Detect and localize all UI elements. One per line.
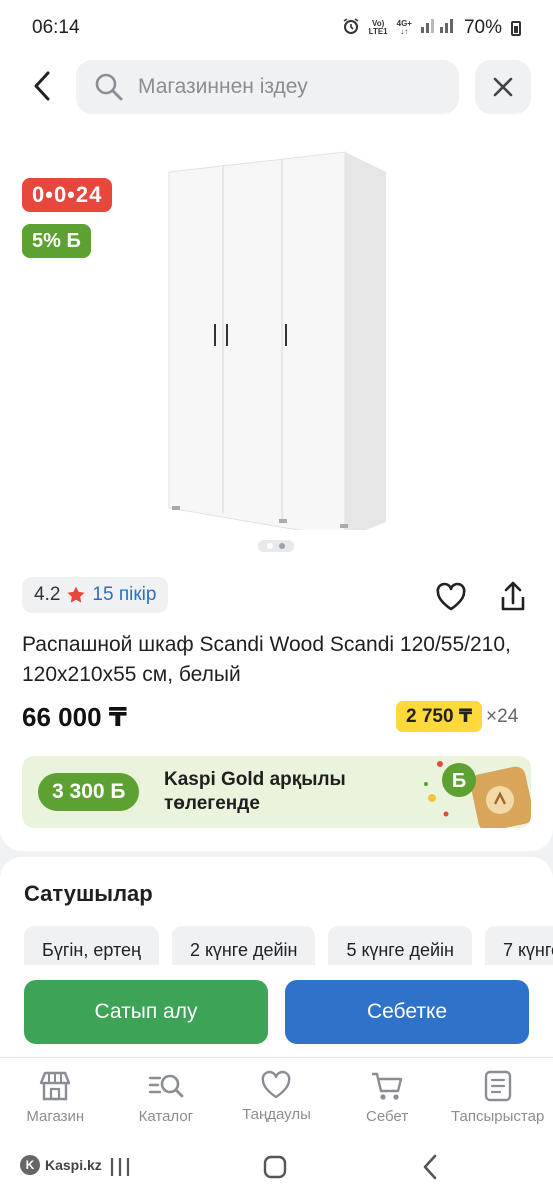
battery-icon <box>511 20 521 36</box>
back-button[interactable] <box>24 66 60 106</box>
kaspi-brand: K Kaspi.kz <box>20 1155 102 1175</box>
search-input[interactable]: Магазиннен іздеу <box>76 60 459 114</box>
nav-label-catalog: Каталог <box>138 1108 194 1125</box>
nav-label-shop: Магазин <box>26 1108 85 1125</box>
system-nav-bar: K Kaspi.kz <box>0 1145 553 1200</box>
shop-icon <box>40 1071 71 1101</box>
volte-indicator: Vo) LTE1 <box>368 19 388 36</box>
product-price: 66 000 ₸ <box>22 702 127 732</box>
home-icon <box>263 1155 287 1179</box>
home-button[interactable] <box>263 1155 287 1184</box>
bonus-illustration-icon: Б <box>424 761 531 828</box>
product-card: 0•0•24 5% Б 4.2 15 пікір Распашной шкаф … <box>0 120 553 851</box>
reviews-link[interactable]: 15 пікір <box>92 584 156 606</box>
orders-icon <box>484 1070 511 1102</box>
close-search-button[interactable] <box>475 60 531 114</box>
nav-item-catalog[interactable]: Каталог <box>111 1058 222 1145</box>
product-title: Распашной шкаф Scandi Wood Scandi 120/55… <box>22 633 511 686</box>
nav-label-favorites: Таңдаулы <box>242 1106 311 1123</box>
svg-text:Б: Б <box>452 770 466 792</box>
share-button[interactable] <box>494 578 532 616</box>
alarm-icon <box>342 17 360 39</box>
star-icon <box>67 586 85 603</box>
timer-badge: 0•0•24 <box>22 178 113 212</box>
buy-button[interactable]: Сатып алу <box>24 980 268 1044</box>
recent-apps-icon <box>110 1158 130 1176</box>
search-icon <box>95 73 123 101</box>
action-bar: Сатып алу Себетке <box>0 965 553 1057</box>
status-bar: 06:14 Vo) LTE1 4G+ ↓↑ 70% <box>0 0 553 56</box>
status-indicators: Vo) LTE1 4G+ ↓↑ 70% <box>342 17 521 39</box>
heart-icon <box>262 1070 291 1099</box>
chevron-left-icon <box>423 1154 437 1180</box>
add-to-cart-button[interactable]: Себетке <box>285 980 529 1044</box>
recent-apps-button[interactable] <box>108 1155 132 1184</box>
kaspi-gold-banner[interactable]: 3 300 Б Kaspi Gold арқылы төлегенде Б <box>22 756 531 828</box>
network-gen-indicator: 4G+ ↓↑ <box>396 19 412 36</box>
gold-banner-text: Kaspi Gold арқылы төлегенде <box>164 769 346 814</box>
kaspi-brand-text: Kaspi.kz <box>45 1157 102 1173</box>
gold-bonus-chip: 3 300 Б <box>38 773 140 811</box>
nav-item-orders[interactable]: Тапсырыстар <box>442 1058 553 1145</box>
heart-icon <box>436 582 466 611</box>
rating-chip[interactable]: 4.2 15 пікір <box>22 577 169 613</box>
status-time: 06:14 <box>32 17 80 38</box>
bottom-nav: Магазин Каталог Таңдаулы Себет Тапсырыст… <box>0 1057 553 1145</box>
battery-percent: 70% <box>463 17 502 38</box>
pager-dot-active <box>267 543 273 549</box>
image-pager <box>258 540 294 552</box>
share-icon <box>501 581 525 611</box>
cart-icon <box>372 1072 403 1100</box>
favorite-button[interactable] <box>432 578 470 616</box>
bonus-badge: 5% Б <box>22 224 91 258</box>
nav-item-favorites[interactable]: Таңдаулы <box>221 1058 332 1145</box>
catalog-search-icon <box>148 1074 184 1098</box>
sellers-title: Сатушылар <box>24 881 153 906</box>
top-bar: Магазиннен іздеу <box>0 56 553 120</box>
nav-item-shop[interactable]: Магазин <box>0 1058 111 1145</box>
installment-amount: 2 750 ₸ <box>396 701 483 732</box>
close-icon <box>493 77 513 97</box>
kaspi-logo-icon: K <box>20 1155 40 1175</box>
system-back-button[interactable] <box>420 1153 440 1186</box>
nav-label-cart: Себет <box>366 1108 409 1125</box>
pager-dot <box>279 543 285 549</box>
product-image[interactable] <box>160 150 390 530</box>
installment-term: ×24 <box>486 705 519 727</box>
chevron-left-icon <box>34 71 50 101</box>
installment-info: 2 750 ₸ ×24 <box>396 701 518 732</box>
nav-label-orders: Тапсырыстар <box>451 1108 545 1125</box>
search-placeholder: Магазиннен іздеу <box>138 75 308 98</box>
signal-icon <box>420 17 455 39</box>
nav-item-cart[interactable]: Себет <box>332 1058 443 1145</box>
rating-value: 4.2 <box>34 584 61 605</box>
